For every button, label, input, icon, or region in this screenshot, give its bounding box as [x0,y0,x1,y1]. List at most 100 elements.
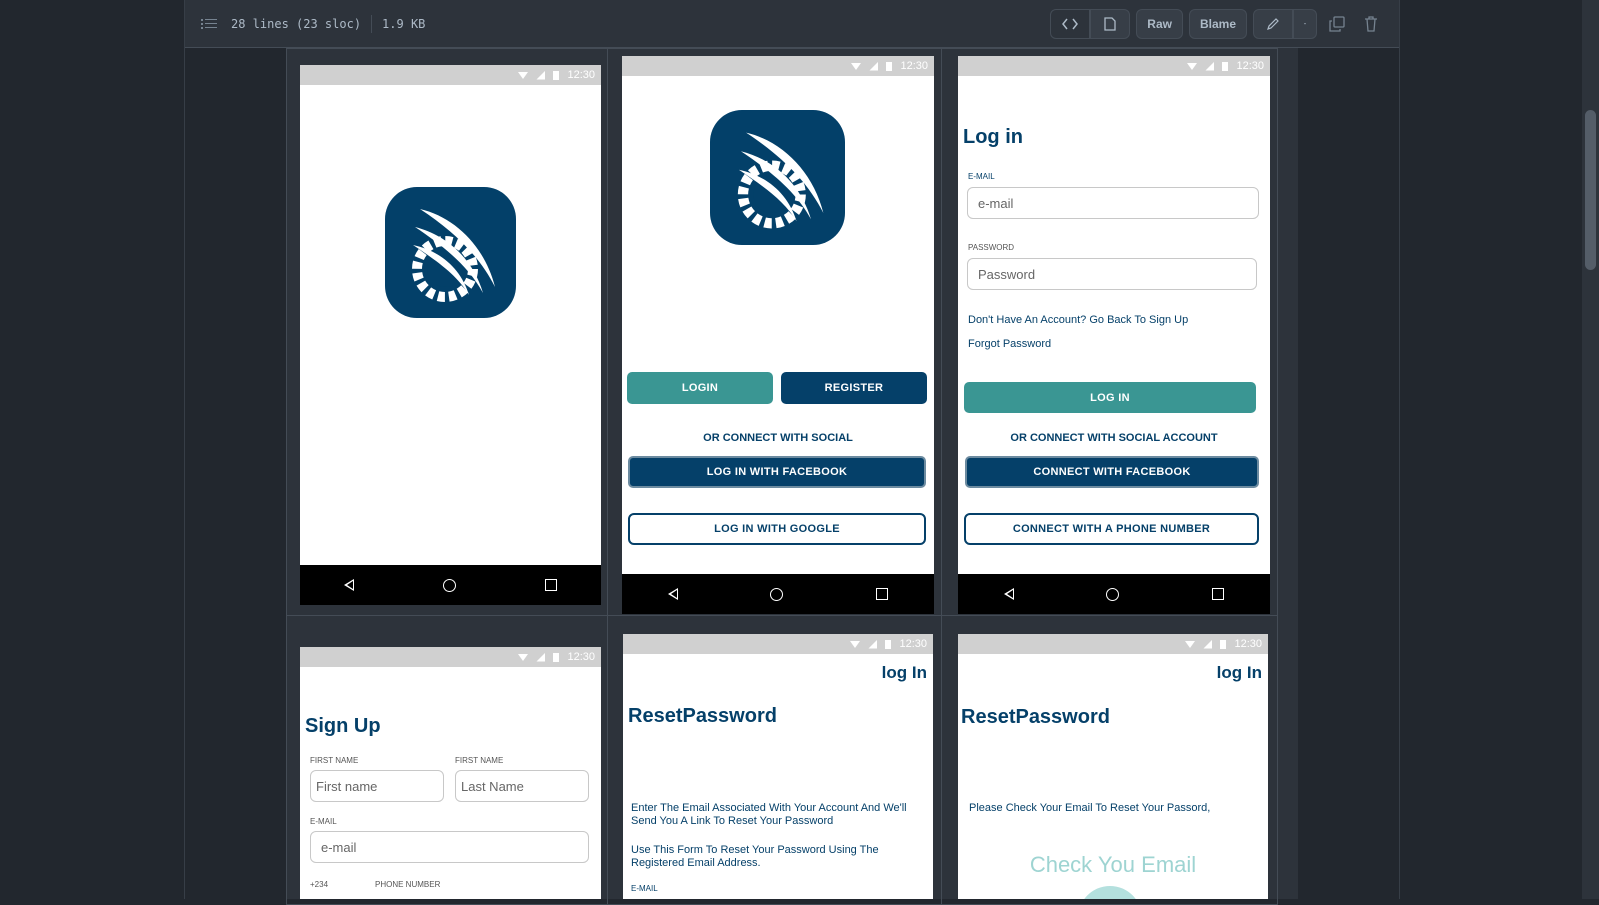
signal-icon [868,639,878,649]
phone-connect-button[interactable]: CONNECT WITH A PHONE NUMBER [964,513,1259,545]
signup-link[interactable]: Don't Have An Account? Go Back To Sign U… [968,314,1188,326]
page-background [0,0,184,899]
status-bar: 12:30 [958,56,1270,76]
battery-icon [886,61,893,71]
check-email-heading: Check You Email [1029,852,1197,877]
phone-signup: 12:30 Sign Up FIRST NAME First name FIRS… [300,647,601,899]
recent-apps-icon[interactable] [1211,588,1224,600]
login-submit-button[interactable]: LOG IN [964,382,1256,413]
copy-icon [1329,16,1345,32]
wifi-icon [1187,62,1198,70]
status-bar: 12:30 [300,65,601,85]
forgot-password-link[interactable]: Forgot Password [968,338,1051,350]
code-view-button[interactable] [1050,9,1091,39]
email-label: E-MAIL [968,172,995,181]
or-connect-text: OR CONNECT WITH SOCIAL [703,432,853,444]
last-name-label: FIRST NAME [455,756,504,765]
login-title: Log in [963,126,1023,148]
wifi-icon [518,71,529,79]
file-toolbar: Raw Blame [1050,9,1385,39]
password-label: PASSWORD [968,243,1015,252]
status-time: 12:30 [899,638,927,650]
phone-login: 12:30 Log in E-MAIL e-mail PASSWORD Pass… [958,56,1270,614]
pencil-icon [1267,18,1279,30]
delete-button[interactable] [1357,9,1385,39]
status-bar: 12:30 [622,56,934,76]
battery-icon [553,70,560,80]
phone-check-email: 12:30 log In ResetPassword Please Check … [958,634,1268,899]
signal-icon [536,652,546,662]
email-field[interactable]: e-mail [967,187,1259,219]
scroll-thumb[interactable] [1585,110,1596,270]
edit-group [1253,9,1317,39]
signal-icon [869,61,879,71]
status-time: 12:30 [567,651,595,663]
recent-apps-icon[interactable] [544,579,557,591]
facebook-connect-button[interactable]: CONNECT WITH FACEBOOK [965,456,1259,488]
signal-icon [1203,639,1213,649]
android-nav-bar [958,574,1270,614]
email-field[interactable]: e-mail [310,831,589,863]
reset-instructions: Enter The Email Associated With Your Acc… [631,802,907,828]
battery-icon [885,639,892,649]
wing-gear-icon [737,132,824,229]
status-time: 12:30 [1234,638,1262,650]
back-icon[interactable] [344,579,355,591]
first-name-field[interactable]: First name [310,770,444,802]
status-time: 12:30 [567,69,595,81]
phone-welcome: 12:30 LOGIN REGISTER OR CONNECT WITH SOC… [622,56,934,614]
list-icon[interactable] [201,17,217,31]
file-icon [1104,17,1116,31]
or-connect-text: OR CONNECT WITH SOCIAL ACCOUNT [1010,432,1218,444]
trash-icon [1365,16,1377,32]
battery-icon [553,652,560,662]
wifi-icon [1185,640,1196,648]
password-field[interactable]: Password [967,258,1257,290]
login-button[interactable]: LOGIN [627,372,773,404]
signup-title: Sign Up [305,715,381,737]
home-icon[interactable] [770,587,784,601]
status-time: 12:30 [1236,60,1264,72]
raw-button[interactable]: Raw [1136,9,1183,39]
file-header: 28 lines (23 sloc) 1.9 KB Raw Blame [185,0,1399,48]
google-login-button[interactable]: LOG IN WITH GOOGLE [628,513,926,545]
app-logo [385,187,516,318]
last-name-field[interactable]: Last Name [455,770,589,802]
edit-dropdown-button[interactable] [1293,9,1317,39]
facebook-login-button[interactable]: LOG IN WITH FACEBOOK [628,456,926,488]
status-bar: 12:30 [958,634,1268,654]
reset-title: ResetPassword [961,706,1110,728]
phone-reset-password: 12:30 log In ResetPassword Enter The Ema… [623,634,933,899]
mail-circle-icon [1078,886,1142,899]
email-label: E-MAIL [310,817,337,826]
login-link[interactable]: log In [1217,663,1262,683]
recent-apps-icon[interactable] [875,588,888,600]
battery-icon [1220,639,1227,649]
edit-button[interactable] [1253,9,1293,39]
home-icon[interactable] [442,578,456,592]
wifi-icon [518,653,529,661]
register-button[interactable]: REGISTER [781,372,927,404]
blame-button[interactable]: Blame [1188,9,1247,39]
code-icon [1062,18,1079,30]
android-nav-bar [300,565,601,605]
signal-icon [536,70,546,80]
preview-button[interactable] [1090,9,1131,39]
image-preview: 12:30 12:30 LOGIN REGISTER OR CONNECT WI… [286,48,1298,905]
battery-icon [1222,61,1229,71]
phone-label: PHONE NUMBER [375,880,441,889]
copy-button[interactable] [1323,9,1351,39]
back-icon[interactable] [668,588,679,600]
country-code: +234 [310,880,329,889]
android-nav-bar [622,574,934,614]
back-icon[interactable] [1004,588,1015,600]
login-link[interactable]: log In [882,663,927,683]
first-name-label: FIRST NAME [310,756,359,765]
page-scrollbar[interactable] [1582,0,1599,899]
file-size: 1.9 KB [382,16,426,31]
file-lines: 28 lines (23 sloc) [231,16,362,31]
status-bar: 12:30 [623,634,933,654]
status-time: 12:30 [900,60,928,72]
home-icon[interactable] [1106,587,1120,601]
signal-icon [1205,61,1215,71]
